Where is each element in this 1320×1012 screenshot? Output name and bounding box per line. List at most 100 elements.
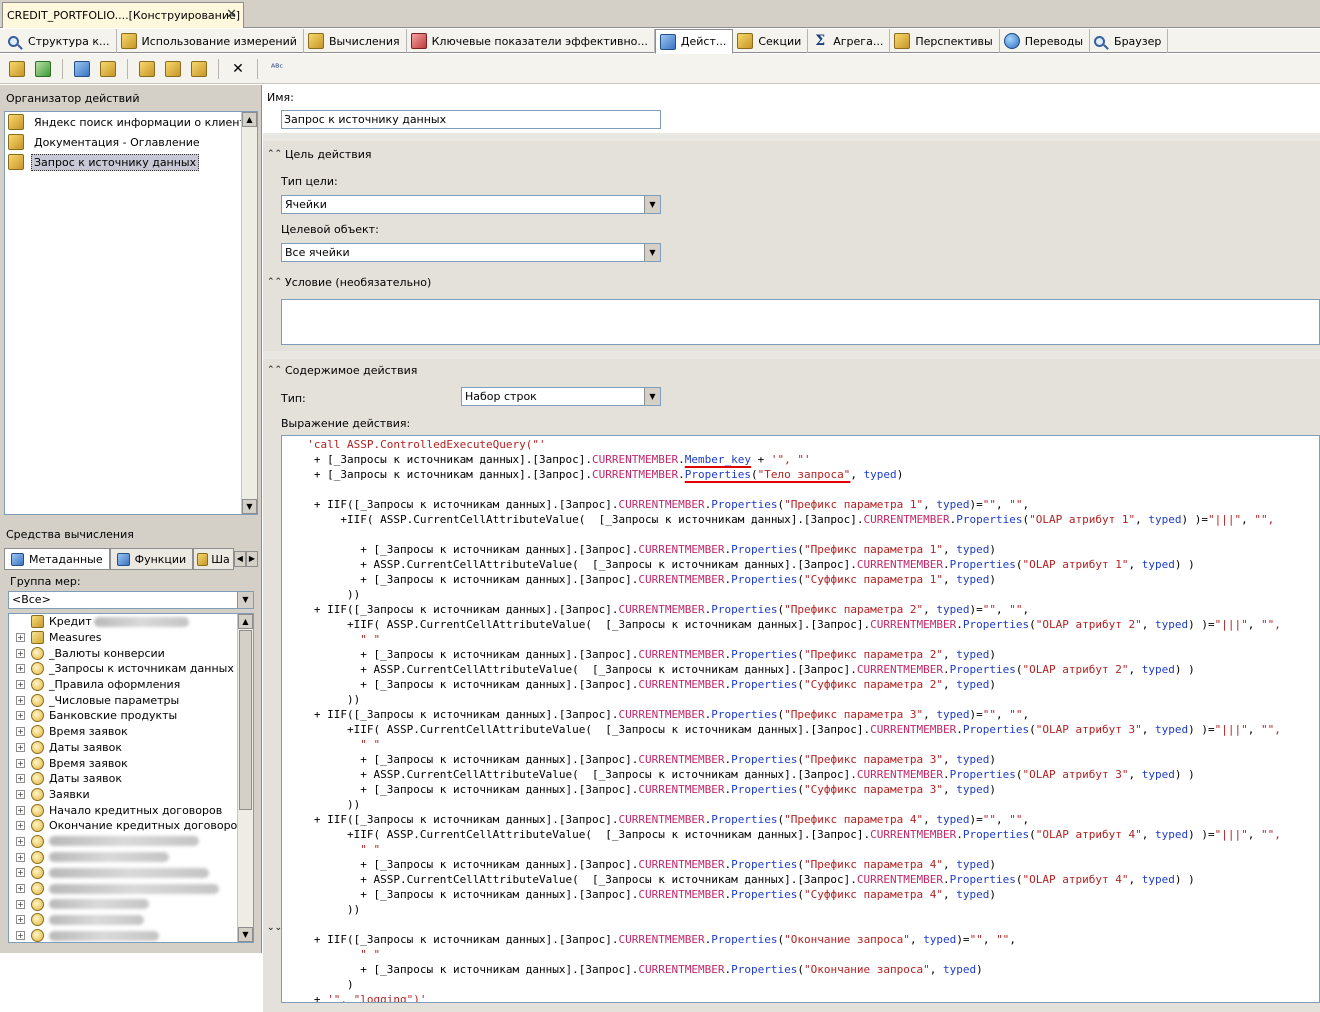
tree-node[interactable]: + _Числовые параметры xyxy=(9,692,253,708)
name-input[interactable]: Запрос к источнику данных xyxy=(281,110,661,129)
condition-section-header[interactable]: ⌃⌃ Условие (необязательно) xyxy=(263,271,1320,293)
tab-metadata[interactable]: Метаданные xyxy=(4,548,110,570)
tree-expander[interactable]: + xyxy=(16,664,25,674)
tree-node[interactable]: + _Валюты конверсии xyxy=(9,645,253,661)
delete-button[interactable]: ✕ xyxy=(227,58,249,80)
tree-expander[interactable]: + xyxy=(16,821,25,831)
tab-scroll-right-icon[interactable]: ▶ xyxy=(245,551,258,567)
tree-expander[interactable]: + xyxy=(16,680,25,690)
tree-node[interactable]: + Measures xyxy=(9,630,253,646)
metadata-scrollbar[interactable]: ▲ ▼ xyxy=(237,614,253,942)
list-item[interactable]: Документация - Оглавление xyxy=(5,132,257,152)
tree-node[interactable]: + xyxy=(9,896,253,912)
tab-perspectives[interactable]: Перспективы xyxy=(890,29,1000,53)
toolbar-separator xyxy=(218,58,219,79)
tree-node[interactable]: + Время заявок xyxy=(9,724,253,740)
tree-expander[interactable]: + xyxy=(16,774,25,784)
scroll-down-arrow[interactable]: ▼ xyxy=(242,499,257,514)
tree-expander[interactable]: + xyxy=(16,711,25,721)
expression-code[interactable]: 'call ASSP.ControlledExecuteQuery("' + [… xyxy=(282,436,1319,1002)
tree-expander[interactable]: + xyxy=(16,695,25,705)
organizer-scrollbar[interactable]: ▲ ▼ xyxy=(241,112,257,514)
action-type-select[interactable]: Набор строк ▼ xyxy=(461,387,661,406)
tree-node[interactable]: + Заявки xyxy=(9,787,253,803)
tree-expander[interactable]: + xyxy=(16,899,25,909)
tree-node[interactable]: + Даты заявок xyxy=(9,771,253,787)
tree-expander[interactable]: + xyxy=(16,727,25,737)
collapse-icon[interactable]: ⌃⌃ xyxy=(267,365,282,375)
tree-node[interactable]: + Время заявок xyxy=(9,755,253,771)
tab-kpi[interactable]: Ключевые показатели эффективно... xyxy=(407,29,655,53)
new-action-button[interactable] xyxy=(71,58,93,80)
chevron-down-icon[interactable]: ▼ xyxy=(237,592,253,608)
tree-expander[interactable]: + xyxy=(16,931,25,941)
tree-expander[interactable]: + xyxy=(16,915,25,925)
content-section-header[interactable]: ⌃⌃ Содержимое действия xyxy=(263,359,1320,381)
tab-actions[interactable]: Дейст... xyxy=(654,29,734,54)
tree-node[interactable]: + xyxy=(9,928,253,942)
tree-node[interactable]: + xyxy=(9,912,253,928)
tab-calculations[interactable]: Вычисления xyxy=(304,29,407,53)
list-item[interactable]: Запрос к источнику данных xyxy=(5,152,257,172)
tree-node[interactable]: + Даты заявок xyxy=(9,740,253,756)
tree-expander[interactable]: + xyxy=(16,648,25,658)
code-string: "", xyxy=(1260,828,1281,841)
tree-expander[interactable]: + xyxy=(16,805,25,815)
scroll-down-arrow[interactable]: ▼ xyxy=(238,927,253,942)
scroll-up-arrow[interactable]: ▲ xyxy=(238,614,253,629)
scroll-thumb[interactable] xyxy=(239,630,252,810)
chevron-down-icon[interactable]: ▼ xyxy=(644,196,660,213)
process-button[interactable] xyxy=(6,58,28,80)
spellcheck-button[interactable]: ᴬᴮᶜ xyxy=(266,58,288,80)
open-folder-button[interactable] xyxy=(97,58,119,80)
tree-node[interactable]: + Банковские продукты xyxy=(9,708,253,724)
tree-node[interactable]: + _Правила оформления xyxy=(9,677,253,693)
copy-action-button[interactable] xyxy=(188,58,210,80)
tree-expander[interactable]: + xyxy=(16,758,25,768)
target-object-select[interactable]: Все ячейки ▼ xyxy=(281,243,661,262)
target-section-header[interactable]: ⌃⌃ Цель действия xyxy=(263,143,1320,165)
expand-section-button[interactable]: ⌄⌄ xyxy=(263,917,282,939)
tab-scroll-left-icon[interactable]: ◀ xyxy=(233,551,246,567)
chevron-down-icon[interactable]: ▼ xyxy=(644,244,660,261)
tree-node[interactable]: + xyxy=(9,865,253,881)
new-drillthrough-button[interactable] xyxy=(136,58,158,80)
target-type-select[interactable]: Ячейки ▼ xyxy=(281,195,661,214)
tree-expander[interactable]: + xyxy=(16,884,25,894)
tree-expander[interactable]: + xyxy=(16,742,25,752)
tab-cube-structure[interactable]: Структура к... xyxy=(4,29,117,53)
tree-node[interactable]: + Окончание кредитных договоров xyxy=(9,818,253,834)
document-tab[interactable]: CREDIT_PORTFOLIO....[Конструирование] ✕ xyxy=(2,2,244,28)
tree-node[interactable]: + xyxy=(9,849,253,865)
tree-node[interactable]: + xyxy=(9,881,253,897)
tree-node[interactable]: + xyxy=(9,834,253,850)
tree-expander[interactable]: + xyxy=(16,852,25,862)
expression-editor[interactable]: 'call ASSP.ControlledExecuteQuery("' + [… xyxy=(281,435,1320,1003)
measure-group-select[interactable]: <Все> ▼ xyxy=(8,591,254,609)
tree-node[interactable]: + Начало кредитных договоров xyxy=(9,802,253,818)
condition-input[interactable] xyxy=(281,299,1320,345)
tree-expander[interactable]: + xyxy=(16,836,25,846)
tree-expander[interactable]: + xyxy=(16,633,25,643)
expand-icon[interactable]: ⌄⌄ xyxy=(267,923,282,933)
tree-expander[interactable]: + xyxy=(16,789,25,799)
tab-templates[interactable]: Ша xyxy=(193,548,234,570)
tab-translations[interactable]: Переводы xyxy=(1000,29,1091,53)
tree-node-cube[interactable]: Кредит xyxy=(9,614,253,630)
tab-browser[interactable]: Браузер xyxy=(1090,29,1169,53)
chevron-down-icon[interactable]: ▼ xyxy=(644,388,660,405)
tree-node[interactable]: + _Запросы к источникам данных xyxy=(9,661,253,677)
collapse-icon[interactable]: ⌃⌃ xyxy=(267,277,282,287)
scroll-up-arrow[interactable]: ▲ xyxy=(242,112,257,127)
tree-expander[interactable]: + xyxy=(16,868,25,878)
new-report-action-button[interactable] xyxy=(162,58,184,80)
tab-functions[interactable]: Функции xyxy=(109,548,194,570)
collapse-icon[interactable]: ⌃⌃ xyxy=(267,149,282,159)
tab-partitions[interactable]: Секции xyxy=(733,29,809,53)
reconnect-button[interactable] xyxy=(32,58,54,80)
dimension-usage-icon xyxy=(120,33,137,49)
list-item[interactable]: Яндекс поиск информации о клиенте xyxy=(5,112,257,132)
tab-aggregations[interactable]: Σ Агрега... xyxy=(808,29,891,53)
tab-dimension-usage[interactable]: Использование измерений xyxy=(117,29,304,53)
close-icon[interactable]: ✕ xyxy=(226,7,237,22)
